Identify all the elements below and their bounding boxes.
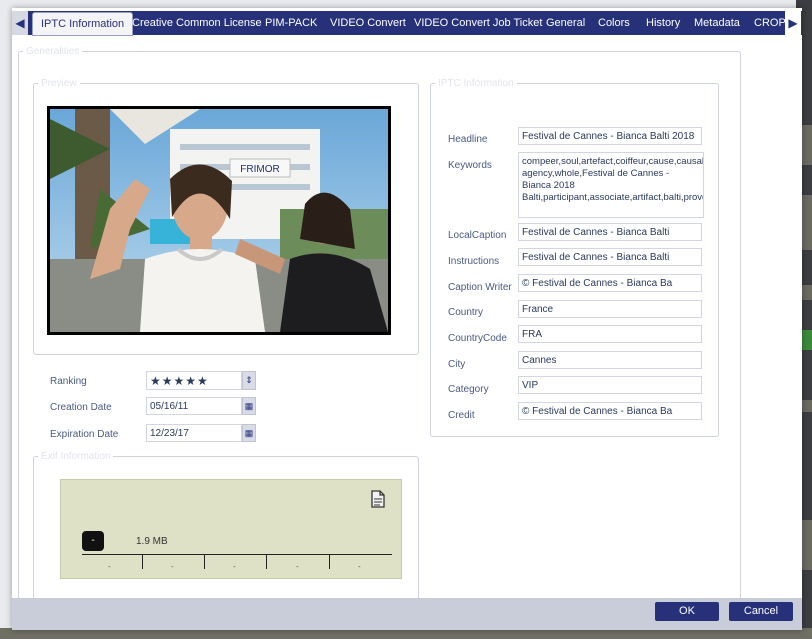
tab-scroll-left-icon[interactable]: ◀ xyxy=(12,11,28,35)
tab-video-convert[interactable]: VIDEO Convert xyxy=(330,11,406,35)
exif-legend: Exif Information xyxy=(41,451,111,462)
exif-badge: - xyxy=(82,531,104,551)
exif-tick-label: - xyxy=(108,562,111,571)
photo-sign-text: FRIMOR xyxy=(240,164,279,175)
exif-panel: - 1.9 MB - - - - - xyxy=(60,479,402,579)
localcaption-label: LocalCaption xyxy=(448,230,507,241)
exif-scale-line xyxy=(82,554,392,555)
creation-date-calendar-icon[interactable]: ▦ xyxy=(242,397,256,415)
tab-pim-pack[interactable]: PIM-PACK xyxy=(265,11,317,35)
headline-label: Headline xyxy=(448,134,488,145)
creation-date-field[interactable]: 05/16/11 xyxy=(146,397,242,415)
ranking-stepper-icon[interactable]: ⇕ xyxy=(242,371,256,390)
country-code-field[interactable]: FRA xyxy=(518,325,702,343)
exif-file-size: 1.9 MB xyxy=(136,536,168,547)
tab-history[interactable]: History xyxy=(646,11,680,35)
tab-creative-common-license[interactable]: Creative Common License xyxy=(132,11,262,35)
caption-writer-label: Caption Writer xyxy=(448,282,512,293)
preview-photo: FRIMOR xyxy=(50,109,388,332)
ranking-label: Ranking xyxy=(50,376,87,387)
country-code-label: CountryCode xyxy=(448,333,507,344)
country-label: Country xyxy=(448,307,484,318)
exif-tick-label: - xyxy=(358,562,361,571)
ok-button[interactable]: OK xyxy=(655,602,719,621)
country-field[interactable]: France xyxy=(518,300,702,318)
document-icon[interactable] xyxy=(370,490,386,508)
city-field[interactable]: Cannes xyxy=(518,351,702,369)
tab-scroll-right-icon[interactable]: ▶ xyxy=(785,11,801,35)
exif-tick-label: - xyxy=(296,562,299,571)
exif-tick-label: - xyxy=(233,562,236,571)
expiration-date-label: Expiration Date xyxy=(50,429,119,440)
credit-label: Credit xyxy=(448,410,475,421)
asset-properties-dialog: ◀ IPTC Information Creative Common Licen… xyxy=(12,8,802,630)
generalities-legend: Generalities xyxy=(26,46,80,57)
instructions-label: Instructions xyxy=(448,256,500,267)
cancel-button[interactable]: Cancel xyxy=(729,602,793,621)
tab-general[interactable]: General xyxy=(546,11,585,35)
caption-writer-field[interactable]: © Festival de Cannes - Bianca Ba xyxy=(518,274,702,292)
creation-date-label: Creation Date xyxy=(50,402,112,413)
tab-video-convert-job-ticket[interactable]: VIDEO Convert Job Ticket xyxy=(414,11,542,35)
category-field[interactable]: VIP xyxy=(518,376,702,394)
keywords-label: Keywords xyxy=(448,160,492,171)
tab-crop[interactable]: CROP xyxy=(754,11,786,35)
tab-colors[interactable]: Colors xyxy=(598,11,630,35)
localcaption-field[interactable]: Festival de Cannes - Bianca Balti xyxy=(518,223,702,241)
credit-field[interactable]: © Festival de Cannes - Bianca Ba xyxy=(518,402,702,420)
exif-tick xyxy=(266,555,267,569)
preview-legend: Preview xyxy=(41,78,77,89)
expiration-date-calendar-icon[interactable]: ▦ xyxy=(242,424,256,442)
exif-tick xyxy=(204,555,205,569)
category-label: Category xyxy=(448,384,489,395)
keywords-field[interactable]: compeer,soul,artefact,coiffeur,cause,cau… xyxy=(518,152,704,218)
expiration-date-field[interactable]: 12/23/17 xyxy=(146,424,242,442)
iptc-legend: IPTC Information xyxy=(438,78,514,89)
dialog-footer: OK Cancel xyxy=(12,598,802,630)
city-label: City xyxy=(448,359,466,370)
exif-tick xyxy=(142,555,143,569)
tab-metadata[interactable]: Metadata xyxy=(694,11,740,35)
ranking-field[interactable]: ★★★★★ xyxy=(146,371,242,390)
headline-field[interactable]: Festival de Cannes - Bianca Balti 2018 xyxy=(518,127,702,145)
tab-bar: ◀ IPTC Information Creative Common Licen… xyxy=(12,11,802,36)
tab-iptc-information[interactable]: IPTC Information xyxy=(32,12,134,36)
exif-tick xyxy=(329,555,330,569)
instructions-field[interactable]: Festival de Cannes - Bianca Balti xyxy=(518,248,702,266)
preview-image: FRIMOR xyxy=(47,106,391,335)
photo-illustration: FRIMOR xyxy=(50,109,388,332)
exif-tick-label: - xyxy=(171,562,174,571)
